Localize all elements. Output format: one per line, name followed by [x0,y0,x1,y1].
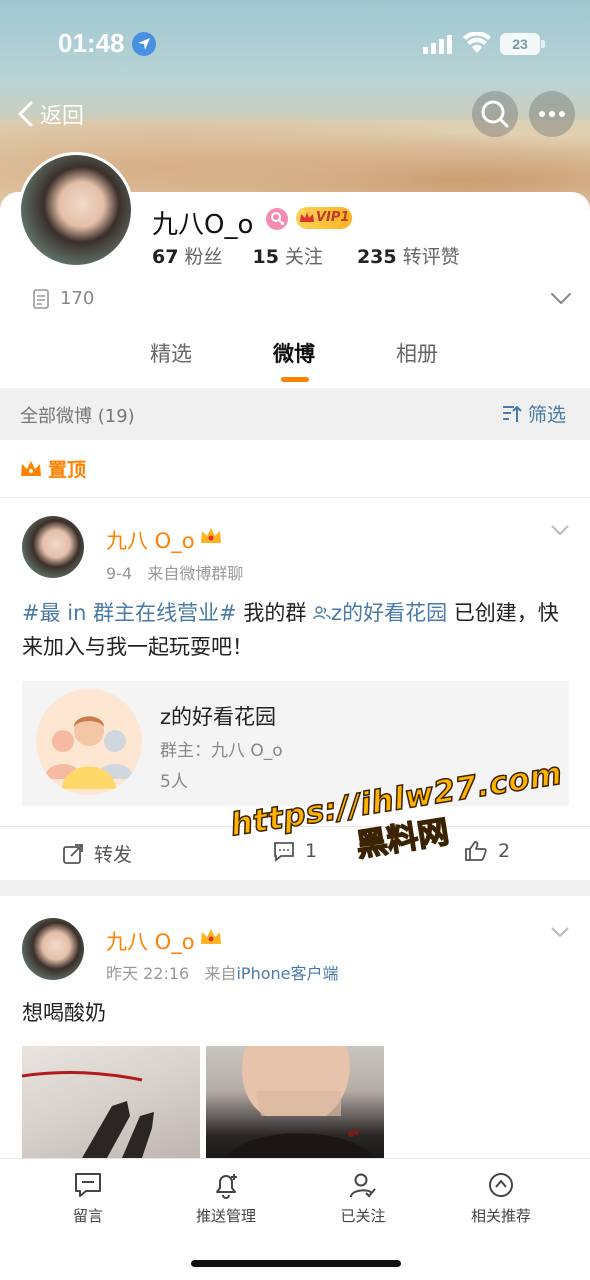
filter-bar: 全部微博 (19) 筛选 [0,388,590,440]
filter-button[interactable]: 筛选 [502,400,566,427]
status-time: 01:48 [58,28,125,58]
like-count: 2 [498,840,511,862]
pinned-text: 置顶 [48,459,87,481]
battery-icon: 23 [500,33,540,55]
tab-album[interactable]: 相册 [396,338,438,368]
filter-icon [503,405,522,422]
document-icon [33,288,49,309]
push-settings-label: 推送管理 [195,1207,256,1225]
more-dots-icon [539,111,565,117]
group-avatar [36,689,142,795]
followers-label: 粉丝 [184,246,223,268]
filter-label: 筛选 [528,404,567,426]
recommendations-button[interactable]: 相关推荐 [441,1171,561,1226]
female-gender-icon [266,208,288,230]
post-separator [0,880,590,896]
post-source-prefix: 来自 [204,964,237,983]
crown-icon [21,460,41,476]
recommendations-label: 相关推荐 [470,1207,531,1225]
group-icon [313,606,331,620]
stat-followers[interactable]: 67 粉丝 [152,242,222,269]
crown-icon [300,212,314,222]
vip-label: VIP1 [316,210,350,225]
post-count-row[interactable]: 170 [32,288,94,309]
cellular-signal-icon [423,35,452,54]
repost-label: 转发 [94,844,133,866]
post-photo[interactable] [22,1046,200,1158]
post-author[interactable]: 九八 O_o [106,525,195,555]
group-owner: 群主：九八 O_o [160,741,283,761]
post-count: 170 [60,288,95,309]
all-posts-count: 全部微博 (19) [20,406,135,427]
active-tab-indicator [281,377,309,382]
chevron-down-icon[interactable] [550,524,570,536]
bell-plus-icon [216,1174,237,1199]
vip-badge[interactable]: VIP1 [296,207,352,229]
post-body: 想喝酸奶 [22,1001,106,1025]
search-button[interactable] [472,91,518,137]
post-body: #最 in 群主在线营业# 我的群 z的好看花园 已创建，快来加入与我一起玩耍吧… [22,596,572,664]
home-indicator [191,1260,401,1267]
vip-crown-icon [201,929,221,944]
chevron-down-icon[interactable] [550,292,572,306]
post-meta: 9-4 来自微博群聊 [106,560,243,584]
following-count: 15 [252,246,279,268]
followers-count: 67 [152,246,179,268]
post-meta: 昨天 22:16 来自iPhone客户端 [106,960,339,984]
interactions-count: 235 [356,246,397,268]
group-member-count: 5人 [160,772,188,792]
following-label: 关注 [284,246,323,268]
profile-username: 九八O_o [152,210,254,240]
vip-crown-icon [201,528,221,543]
pinned-label: 置顶 [20,455,86,482]
back-label: 返回 [40,104,85,129]
share-icon [63,843,83,864]
group-link-text: z的好看花园 [331,601,448,625]
wifi-icon [463,32,491,53]
push-settings-button[interactable]: 推送管理 [166,1171,286,1226]
message-button[interactable]: 留言 [28,1171,148,1226]
post-source[interactable]: 微博群聊 [179,564,243,583]
more-button[interactable] [529,91,575,137]
message-icon [75,1173,101,1197]
hashtag-link[interactable]: #最 in 群主在线营业# [22,601,237,625]
profile-avatar[interactable] [18,152,134,268]
divider [0,497,590,498]
back-button[interactable]: 返回 [16,96,84,132]
search-icon [481,100,509,128]
post-author[interactable]: 九八 O_o [106,926,195,956]
post-source-prefix: 来自 [147,564,180,583]
post-date: 9-4 [106,564,133,583]
interactions-label: 转评赞 [402,246,460,268]
group-link[interactable]: z的好看花园 [313,601,447,625]
tab-featured[interactable]: 精选 [150,338,192,368]
post-date: 昨天 22:16 [106,964,190,983]
profile-stats: 67 粉丝 15 关注 235 转评赞 [152,242,482,269]
group-name: z的好看花园 [160,705,277,729]
stat-interactions[interactable]: 235 转评赞 [357,242,460,269]
message-label: 留言 [72,1207,103,1225]
post-text-segment: 我的群 [236,601,314,625]
chevron-down-icon[interactable] [550,926,570,938]
repost-button[interactable]: 转发 [62,840,132,867]
following-label: 已关注 [340,1207,386,1225]
stat-following[interactable]: 15 关注 [252,242,322,269]
user-check-icon [350,1173,376,1198]
battery-level: 23 [512,36,528,52]
battery-cap [541,40,545,48]
post-avatar[interactable] [22,918,84,980]
post-source[interactable]: iPhone客户端 [236,964,338,983]
following-button[interactable]: 已关注 [303,1171,423,1226]
tab-weibo[interactable]: 微博 [273,338,315,368]
chevron-left-icon [18,101,33,127]
compass-icon [489,1173,513,1197]
post-photo[interactable] [206,1046,384,1158]
post-avatar[interactable] [22,516,84,578]
location-arrow-icon [132,32,156,56]
status-bar: 01:48 23 [0,0,590,88]
